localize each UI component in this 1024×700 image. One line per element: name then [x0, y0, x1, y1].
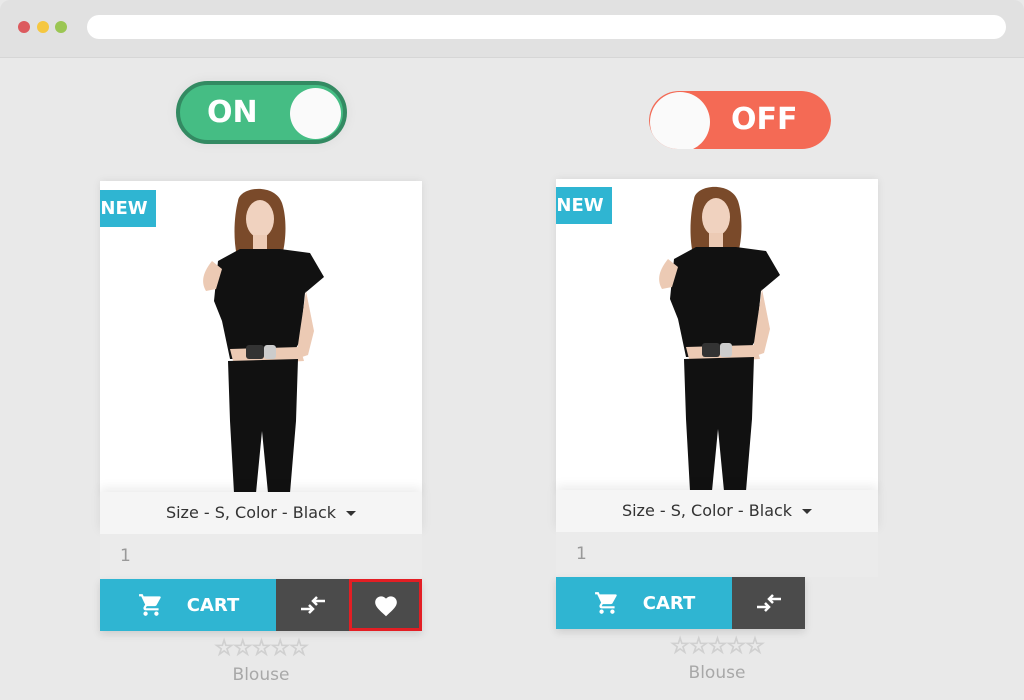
model-photo: [100, 181, 422, 493]
toggle-off-label: OFF: [731, 102, 798, 137]
variant-label: Size - S, Color - Black: [165, 503, 337, 522]
new-badge: NEW: [100, 190, 156, 227]
address-bar[interactable]: [87, 15, 1006, 39]
product-actions: CART: [556, 577, 805, 629]
compare-arrows-icon: [300, 596, 325, 614]
variant-dropdown[interactable]: Size - S, Color - Black: [556, 490, 878, 532]
variant-label: Size - S, Color - Black: [621, 501, 793, 520]
cart-label: CART: [186, 594, 240, 616]
cart-label: CART: [642, 592, 696, 614]
quantity-input[interactable]: 1: [100, 534, 422, 579]
browser-title-bar: [0, 0, 1024, 58]
close-window-button[interactable]: [18, 21, 30, 33]
quantity-input[interactable]: 1: [556, 532, 878, 577]
maximize-window-button[interactable]: [55, 21, 67, 33]
toggle-off-switch[interactable]: OFF: [649, 91, 831, 149]
compare-button[interactable]: [276, 579, 349, 631]
shopping-cart-icon: [594, 592, 617, 614]
minimize-window-button[interactable]: [37, 21, 49, 33]
product-actions: CART: [100, 579, 422, 631]
toggle-knob[interactable]: [650, 92, 710, 149]
toggle-knob[interactable]: [290, 88, 341, 139]
compare-button[interactable]: [732, 577, 805, 629]
rating-stars: ☆☆☆☆☆: [670, 634, 766, 660]
product-name[interactable]: Blouse: [556, 663, 878, 683]
add-to-cart-button[interactable]: CART: [556, 577, 732, 629]
product-name[interactable]: Blouse: [100, 665, 422, 685]
heart-icon: [374, 596, 397, 617]
toggle-on-label: ON: [207, 95, 258, 130]
add-to-wishlist-button[interactable]: [349, 579, 422, 631]
shopping-cart-icon: [138, 594, 161, 616]
rating-stars: ☆☆☆☆☆: [214, 636, 310, 662]
chevron-down-icon: [802, 509, 813, 514]
product-image[interactable]: NEW: [556, 179, 878, 491]
new-badge: NEW: [556, 187, 612, 224]
model-photo: [556, 179, 878, 491]
variant-dropdown[interactable]: Size - S, Color - Black: [100, 492, 422, 534]
product-card: NEW Size - S, Color - Black 1 CART ☆☆☆☆☆…: [556, 179, 878, 683]
add-to-cart-button[interactable]: CART: [100, 579, 276, 631]
chevron-down-icon: [346, 511, 357, 516]
product-card: NEW Size - S, Color - Black 1 CART ☆☆☆☆☆…: [100, 181, 422, 685]
toggle-on-switch[interactable]: ON: [176, 81, 347, 144]
product-image[interactable]: NEW: [100, 181, 422, 493]
compare-arrows-icon: [756, 594, 781, 612]
